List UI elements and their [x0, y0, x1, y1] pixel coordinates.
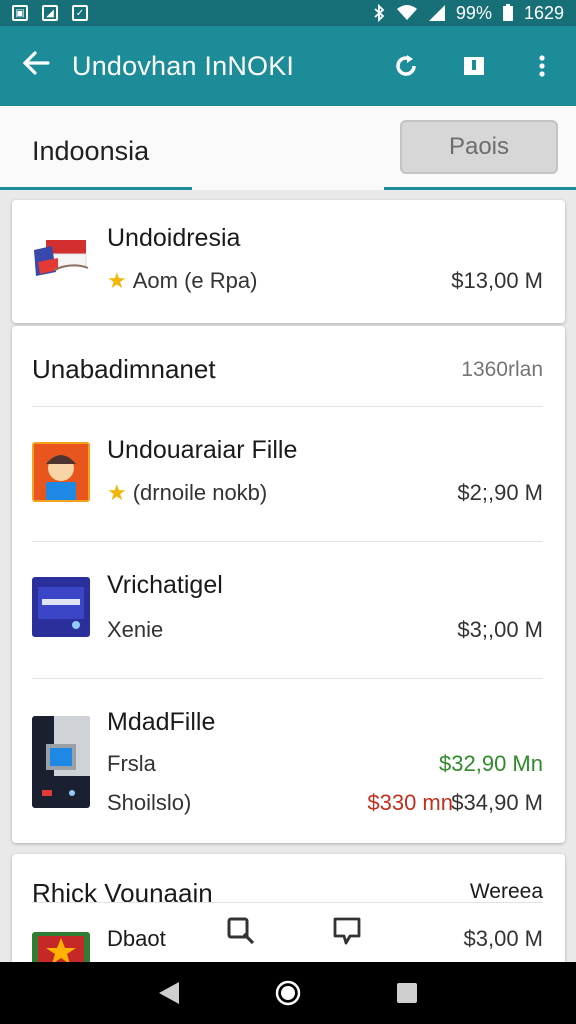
item-subtitle: Xenie — [107, 617, 164, 642]
nav-back-icon — [159, 982, 180, 1004]
list-item[interactable]: MdadFille Frsla $32,90 Mn Shoilslo) $330… — [12, 680, 565, 840]
app-bar: Undovhan InNOKI — [0, 26, 576, 106]
refresh-icon — [396, 55, 416, 76]
item-name: Undouaraiar Fille — [107, 436, 298, 464]
rating-text: (drnoile nokb) — [132, 480, 268, 505]
item-name: MdadFille — [107, 708, 216, 736]
item-subtitle-secondary: Shoilslo) — [107, 790, 192, 815]
item-subtitle: Frsla — [107, 751, 156, 776]
item-price: $2;,90 M — [457, 480, 543, 505]
system-nav-bar — [0, 962, 576, 1024]
country-tab[interactable]: Indoonsia — [32, 136, 149, 167]
nav-recents-button[interactable] — [393, 979, 421, 1007]
item-price: $34,90 M — [451, 790, 543, 815]
sale-price: $32,90 Mn — [439, 751, 543, 776]
section-meta: 1360rlan — [461, 358, 543, 381]
star-icon: ★ — [107, 268, 127, 293]
divider — [32, 541, 543, 542]
star-icon: ★ — [107, 480, 127, 505]
wifi-icon — [396, 5, 417, 20]
status-bar: ▣ ◢ ✓ 99% 1629 — [0, 0, 576, 26]
signal-icon — [428, 5, 445, 21]
back-button[interactable] — [0, 48, 72, 85]
divider — [32, 678, 543, 679]
clock: 1629 — [523, 2, 564, 23]
battery-percent: 99% — [455, 2, 492, 23]
divider — [32, 406, 543, 407]
bluetooth-icon — [374, 4, 385, 22]
nav-home-icon — [275, 980, 301, 1006]
item-subtitle: ★ Aom (e Rpa) — [107, 268, 257, 294]
search-icon — [227, 917, 255, 945]
item-name: Vrichatigel — [107, 571, 223, 599]
divider — [32, 902, 543, 903]
search-button[interactable] — [226, 916, 256, 946]
tab-indicator-right — [384, 187, 576, 190]
refresh-button[interactable] — [372, 54, 440, 78]
item-name: Dbaot — [107, 926, 166, 951]
chat-button[interactable] — [332, 916, 362, 946]
section-card: Unabadimnanet 1360rlan Undouaraiar Fille… — [12, 326, 565, 843]
filter-pill-button[interactable]: Paois — [400, 120, 558, 174]
item-price: $3;,00 M — [457, 617, 543, 642]
list-item[interactable]: Vrichatigel Xenie $3;,00 M — [12, 543, 565, 679]
filter-row: Indoonsia Paois — [0, 106, 576, 190]
more-options-button[interactable] — [508, 54, 576, 78]
nav-back-button[interactable] — [155, 979, 183, 1007]
back-arrow-icon — [22, 50, 50, 75]
item-price: $3,00 M — [463, 926, 544, 951]
battery-icon — [502, 4, 513, 21]
tab-indicator-left — [0, 187, 192, 190]
discount-price: $330 mn — [367, 790, 453, 815]
section-meta[interactable]: Wereea — [470, 880, 543, 904]
check-notification-icon: ✓ — [72, 5, 88, 21]
app-thumbnail — [32, 577, 90, 637]
bookmark-icon — [464, 57, 484, 75]
device-thumbnail — [32, 716, 90, 808]
gallery-notification-icon: ▣ — [12, 5, 28, 21]
featured-card[interactable]: Undoidresia ★ Aom (e Rpa) $13,00 M — [12, 200, 565, 323]
section-title: Unabadimnanet — [32, 354, 216, 384]
bookmark-button[interactable] — [440, 54, 508, 78]
rating-text: Aom (e Rpa) — [132, 268, 258, 293]
game-thumbnail — [32, 442, 90, 502]
item-name: Undoidresia — [107, 224, 241, 252]
item-subtitle: ★ (drnoile nokb) — [107, 480, 267, 506]
app-title: Undovhan InNOKI — [72, 50, 295, 81]
list-item[interactable]: Undouaraiar Fille ★ (drnoile nokb) $2;,90… — [12, 408, 565, 542]
photo-notification-icon: ◢ — [42, 5, 58, 21]
nav-home-button[interactable] — [274, 979, 302, 1007]
item-price: $13,00 M — [451, 268, 543, 293]
nav-recents-icon — [396, 983, 417, 1003]
chat-icon — [333, 917, 361, 945]
flag-thumbnail — [32, 232, 90, 292]
more-vert-icon — [539, 55, 545, 77]
